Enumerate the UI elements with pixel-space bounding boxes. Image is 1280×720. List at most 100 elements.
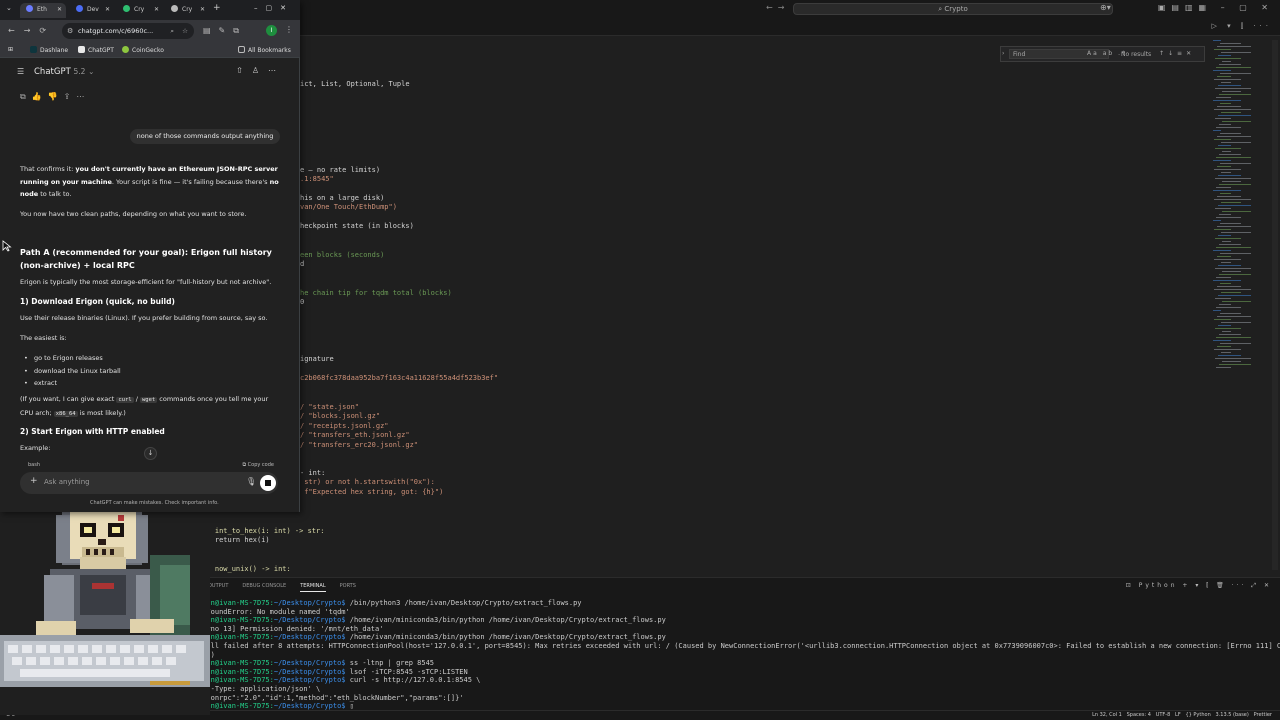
inline-code: wget — [139, 397, 158, 403]
close-tab-icon[interactable]: ✕ — [200, 3, 205, 17]
minimap-line — [1215, 88, 1251, 89]
scroll-down-button[interactable]: ↓ — [144, 447, 157, 460]
panel-tab-terminal[interactable]: TERMINAL — [300, 583, 326, 592]
new-tab-icon[interactable]: + — [213, 3, 221, 13]
terminal-line: Errno 13] Permission denied: '/mnt/eth_d… — [198, 624, 384, 633]
minimap-line — [1220, 283, 1231, 284]
terminal-line: call failed after 8 attempts: HTTPConnec… — [198, 642, 1280, 650]
header-actions[interactable]: ⇧♙⋯ — [236, 66, 285, 75]
composer[interactable]: + Ask anything 🎙 — [20, 472, 278, 494]
browser-tab-1[interactable]: Dev ✕ — [70, 3, 114, 18]
editor-actions[interactable]: ▷ ▾ ⫿ ··· — [1212, 22, 1273, 31]
minimap-line — [1218, 265, 1241, 266]
tab-label: Cry — [134, 6, 145, 13]
browser-tab-0[interactable]: Eth ✕ — [20, 3, 66, 18]
model-selector[interactable]: ChatGPT 5.2 ⌄ — [34, 67, 94, 77]
minimap-line — [1215, 268, 1251, 269]
copy-code-button[interactable]: ⧉ Copy code — [242, 462, 274, 468]
code-line: def int_to_hex(i: int) -> str: — [198, 527, 325, 535]
minimap-line — [1218, 355, 1241, 356]
extension-icons[interactable]: ▤✎⧉ — [203, 26, 247, 36]
nav-buttons[interactable]: ←→⟳ — [8, 26, 55, 35]
minimap[interactable] — [1213, 40, 1269, 370]
assistant-paragraph-1: That confirms it: you don't currently ha… — [20, 163, 280, 201]
terminal-shell-label: Python — [1138, 582, 1178, 589]
bookmark-star-icon[interactable]: ☆ — [182, 23, 188, 39]
minimap-line — [1214, 49, 1231, 50]
panel-tab-debug-console[interactable]: DEBUG CONSOLE — [242, 583, 286, 589]
close-tab-icon[interactable]: ✕ — [154, 3, 159, 17]
code-editor[interactable]: ict, List, Optional, Tuple e — no rate li… — [182, 36, 1200, 576]
minimap-line — [1220, 103, 1231, 104]
assistant-paragraph-5: The easiest is: — [20, 334, 67, 342]
minimap-line — [1216, 187, 1231, 188]
model-version: 5.2 — [73, 67, 86, 76]
minimap-line — [1219, 274, 1251, 275]
nav-arrows[interactable]: ← → — [766, 3, 785, 12]
assistant-paragraph-3: Erigon is typically the most storage-eff… — [20, 278, 272, 286]
code-line: d — [300, 260, 305, 268]
skeleton-wallpaper-image — [0, 495, 210, 715]
minimap-line — [1214, 289, 1251, 290]
panel-tab-ports[interactable]: PORTS — [340, 583, 356, 589]
url-text: chatgpt.com/c/6960c... — [78, 27, 154, 35]
status-right[interactable]: Ln 32, Col 1 Spaces: 4 UTF-8 LF {} Pytho… — [1092, 712, 1272, 718]
command-center-search[interactable]: ⌕ Crypto — [793, 3, 1113, 15]
code-line: een blocks (seconds) — [300, 251, 385, 259]
bookmark-chatgpt[interactable]: ChatGPT — [78, 46, 114, 54]
search-icon[interactable]: ⌕ — [170, 23, 174, 39]
avatar[interactable]: I — [266, 25, 277, 36]
stop-button[interactable] — [260, 475, 276, 491]
code-line: c2b068fc378daa952ba7f163c4a11628f55a4df5… — [300, 374, 499, 382]
minimap-line — [1216, 67, 1251, 68]
sidebar-toggle-icon[interactable]: ☰ — [17, 67, 24, 76]
minimap-line — [1213, 40, 1221, 41]
list-item: extract — [24, 379, 57, 387]
code-line: 0 — [300, 298, 305, 306]
browser-tab-2[interactable]: Cry ✕ — [117, 3, 163, 18]
minimap-line — [1220, 163, 1251, 164]
tab-search-icon[interactable]: ⌄ — [6, 4, 12, 12]
code-line: str) or not h.startswith("0x"): — [300, 478, 435, 486]
minimap-line — [1215, 178, 1251, 179]
all-bookmarks[interactable]: All Bookmarks — [238, 46, 291, 54]
tab-strip: ⌄ Eth ✕ Dev ✕ Cry ✕ Cry ✕ + –▢✕ — [0, 0, 300, 20]
close-tab-icon[interactable]: ✕ — [105, 3, 110, 17]
message-actions[interactable]: ⧉👍👎⇪⋯ — [20, 92, 90, 102]
tab-label: Dev — [87, 6, 99, 13]
apps-icon[interactable]: ⊞ — [8, 46, 13, 53]
minimap-line — [1216, 277, 1231, 278]
minimap-line — [1218, 235, 1231, 236]
user-message: none of those commands output anything — [130, 129, 280, 144]
copilot-icon[interactable]: ⊕▾ — [1100, 3, 1111, 12]
code-line: def now_unix() -> int: — [198, 565, 291, 573]
code-line: van/One Touch/EthDump") — [300, 203, 397, 211]
minimap-line — [1220, 313, 1241, 314]
minimap-line — [1217, 196, 1241, 197]
panel-actions[interactable]: ⊡ Python + ▾ ⫿ 🗑 ··· ⤢ ✕ — [1126, 582, 1272, 590]
add-attachment-icon[interactable]: + — [30, 476, 38, 486]
site-info-icon[interactable]: ⚙ — [67, 23, 73, 39]
close-tab-icon[interactable]: ✕ — [57, 3, 62, 17]
editor-scrollbar[interactable] — [1272, 40, 1278, 570]
minimap-line — [1216, 217, 1241, 218]
bookmark-dashlane[interactable]: Dashlane — [30, 46, 68, 54]
minimap-line — [1213, 130, 1221, 131]
layout-controls[interactable]: ▣▤▥▦ – ▢ ✕ — [1158, 3, 1274, 12]
address-bar[interactable]: ⚙ chatgpt.com/c/6960c... ⌕ ☆ — [62, 23, 194, 39]
mic-icon[interactable]: 🎙 — [246, 477, 256, 486]
bookmark-coingecko[interactable]: CoinGecko — [122, 46, 164, 54]
tab-label: Eth — [37, 6, 47, 13]
code-line: / "blocks.jsonl.gz" — [300, 412, 381, 420]
chrome-menu-icon[interactable]: ⋮ — [285, 25, 293, 34]
panel-tab-output[interactable]: OUTPUT — [208, 583, 228, 589]
minimap-line — [1219, 94, 1251, 95]
window-controls[interactable]: –▢✕ — [254, 4, 294, 12]
minimap-line — [1213, 100, 1241, 101]
assistant-paragraph-2: You now have two clean paths, depending … — [20, 210, 247, 218]
code-line: he chain tip for tqdm total (blocks) — [300, 289, 452, 297]
minimap-line — [1213, 70, 1231, 71]
minimap-line — [1215, 58, 1241, 59]
composer-placeholder[interactable]: Ask anything — [44, 478, 90, 486]
browser-tab-3[interactable]: Cry ✕ — [165, 3, 209, 18]
